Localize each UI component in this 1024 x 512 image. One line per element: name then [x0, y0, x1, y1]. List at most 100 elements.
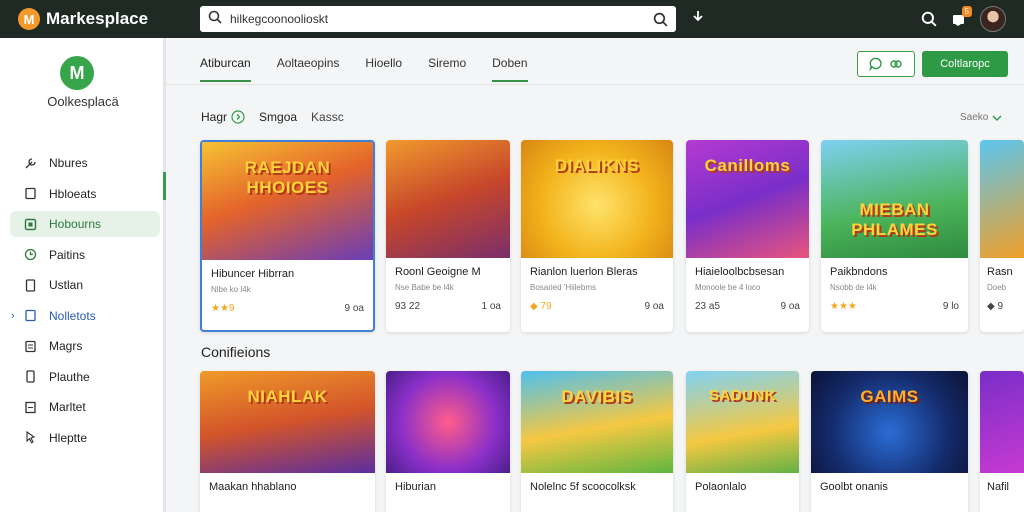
card-price: 9 oa [644, 301, 664, 312]
card-subtitle: Nsobb de l4k [830, 283, 877, 292]
card-subtitle: Nse Babe be l4k [395, 283, 454, 292]
game-card[interactable]: Nafil [980, 371, 1024, 512]
game-card[interactable]: DAVIBIS Nolelnc 5f scoocolksk [521, 371, 673, 512]
tab[interactable]: Atiburcan [200, 48, 251, 82]
sidebar-item-label: Plauthe [49, 369, 90, 384]
brand-logo-icon: M [18, 8, 40, 30]
game-thumbnail [386, 140, 510, 258]
game-thumbnail: Canilloms [686, 140, 809, 258]
search-bar[interactable] [200, 6, 676, 32]
sidebar-item-label: Nolletots [49, 308, 96, 323]
sidebar-item[interactable]: Nbures [10, 150, 160, 176]
tab[interactable]: Aoltaeopins [277, 48, 340, 82]
share-button[interactable] [857, 51, 915, 77]
game-card[interactable]: GAIMS Goolbt onanis [811, 371, 968, 512]
card-title: Hibuncer Hibrran [211, 268, 295, 280]
sort-label: Saeko [960, 112, 989, 123]
card-rating: ★★★ [830, 301, 857, 312]
tab[interactable]: Siremo [428, 48, 466, 82]
card-subtitle: Monoole be 4 loco [695, 283, 761, 292]
tab[interactable]: Doben [492, 48, 528, 82]
sidebar-brand-label: Oolkesplacä [47, 94, 119, 109]
sidebar-item-label: Magrs [49, 339, 83, 353]
game-thumbnail: DIALIKNS [521, 140, 673, 258]
sidebar-item-label: Hbloeats [49, 186, 97, 201]
filter-chip[interactable]: Kassc [311, 110, 344, 124]
chevron-right-circle-icon [231, 110, 245, 124]
sidebar-item[interactable]: Ustlan [10, 272, 160, 298]
download-icon[interactable] [690, 9, 706, 25]
search-input[interactable] [230, 12, 653, 26]
tab-bar: Atiburcan Aoltaeopins Hioello Siremo Dob… [200, 48, 554, 82]
card-subtitle: Nlbe ko l4k [211, 285, 251, 294]
sidebar-item[interactable]: Hleptte [10, 425, 160, 451]
sidebar-item[interactable]: Plauthe [10, 364, 160, 390]
sidebar-item-label: Paitins [49, 247, 86, 262]
game-thumbnail: NIAHLAK [200, 371, 375, 473]
sidebar-item-label: Nbures [49, 156, 88, 170]
game-card[interactable]: MIEBAN PHLAMES Paikbndons Nsobb de l4k ★… [821, 140, 968, 332]
game-thumbnail [980, 371, 1024, 473]
sidebar-item[interactable]: Magrs [10, 333, 160, 359]
brand-name: Markesplace [46, 9, 149, 28]
game-thumbnail [980, 140, 1024, 258]
sidebar-item-label: Marltet [49, 400, 86, 414]
thumbnail-title: Canilloms [704, 156, 791, 175]
filter-row: Hagr Smgoa Kassc [201, 110, 358, 124]
sidebar-item-expandable[interactable]: › Nolletots [10, 303, 160, 329]
game-thumbnail: DAVIBIS [521, 371, 673, 473]
search-submit-icon[interactable] [653, 12, 668, 27]
sidebar-item-label: Hobourns [49, 217, 102, 231]
card-subtitle: Doeb [987, 283, 1007, 292]
sidebar-item-label: Hleptte [49, 430, 88, 445]
sidebar-item-active[interactable]: Hobourns [10, 211, 160, 237]
card-title: Rasn [987, 266, 1013, 278]
list-icon [24, 401, 37, 414]
card-rating: 23 a5 [695, 301, 721, 312]
chat-icon [869, 57, 882, 71]
card-title: Polaonlalo [695, 481, 747, 493]
thumbnail-title: RAEJDAN HHOIOES [244, 158, 331, 197]
thumbnail-title: NIAHLAK [247, 387, 328, 406]
game-card[interactable]: Roonl Geoigne M Nse Babe be l4k 93 22 1 o… [386, 140, 510, 332]
game-card[interactable]: RAEJDAN HHOIOES Hibuncer Hibrran Nlbe ko… [200, 140, 375, 332]
tab[interactable]: Hioello [365, 48, 402, 82]
tablet-icon [24, 278, 37, 292]
filter-chip-label: Hagr [201, 110, 228, 124]
sidebar-item-label: Ustlan [49, 278, 84, 292]
chevron-right-icon[interactable]: › [11, 310, 15, 322]
filter-chip[interactable]: Hagr [201, 110, 245, 124]
sidebar-item[interactable]: Paitins [10, 242, 160, 268]
filter-chip[interactable]: Smgoa [259, 110, 297, 124]
card-title: Rianlon luerlon Bleras [530, 266, 638, 278]
card-price: 1 oa [481, 301, 501, 312]
game-card[interactable]: Rasn Doeb ◆ 9 [980, 140, 1024, 332]
game-card[interactable]: NIAHLAK Maakan hhablano [200, 371, 375, 512]
game-card[interactable]: DIALIKNS Rianlon luerlon Bleras Bosaried… [521, 140, 673, 332]
clock-icon [24, 248, 37, 261]
card-title: Nafil [987, 481, 1010, 493]
game-thumbnail: RAEJDAN HHOIOES [202, 142, 373, 260]
game-card[interactable]: SADUNK Polaonlalo [686, 371, 799, 512]
game-card[interactable]: Hiburian [386, 371, 510, 512]
card-rating: 93 22 [395, 301, 421, 312]
avatar[interactable] [980, 6, 1006, 32]
game-card[interactable]: Canilloms Hiaieloolbcbsesan Monoole be 4… [686, 140, 809, 332]
sidebar-item[interactable]: Marltet [10, 394, 160, 420]
search-icon [208, 10, 222, 29]
link-icon [890, 60, 902, 68]
sort-dropdown[interactable]: Saeko [960, 112, 1002, 123]
square-icon [24, 218, 37, 231]
sidebar-item[interactable]: Hbloeats [10, 181, 160, 207]
search-icon[interactable] [921, 11, 937, 27]
sidebar-logo-icon: M [60, 56, 94, 90]
card-title: Maakan hhablano [209, 481, 297, 493]
notifications-button[interactable]: 5 [951, 5, 972, 27]
thumbnail-title: DAVIBIS [561, 387, 633, 406]
card-price: 9 oa [780, 301, 800, 312]
primary-action-button[interactable]: Coltlaropc [922, 51, 1008, 77]
thumbnail-title: MIEBAN PHLAMES [851, 200, 938, 239]
card-title: Hiaieloolbcbsesan [695, 266, 785, 278]
brand[interactable]: M Markesplace [18, 8, 200, 30]
phone-icon [24, 370, 37, 383]
